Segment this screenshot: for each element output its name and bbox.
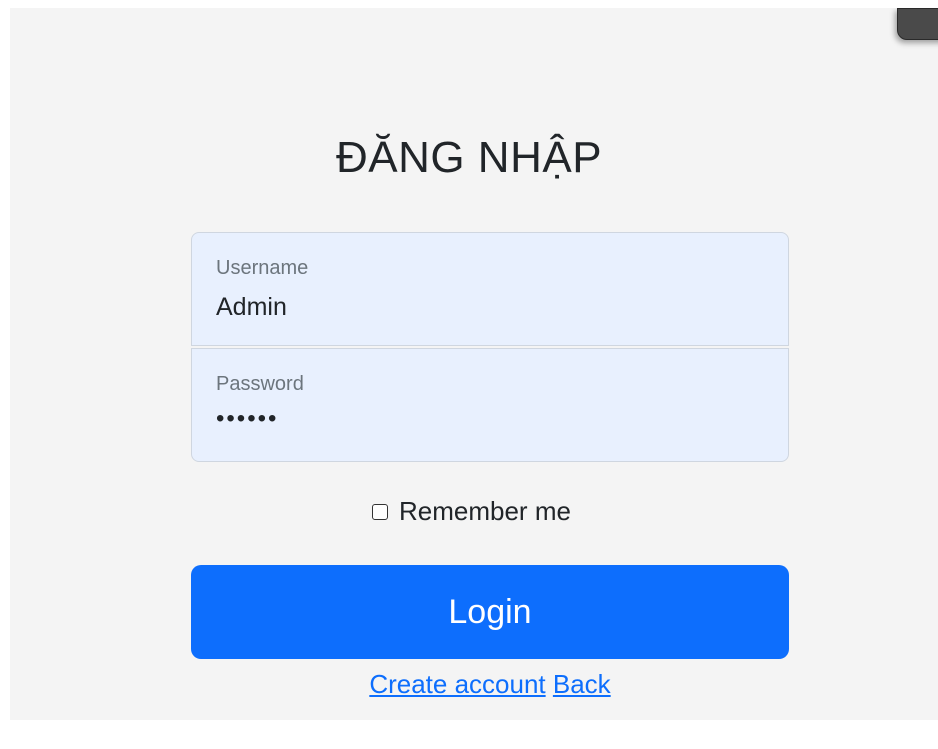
login-button[interactable]: Login — [191, 565, 789, 659]
remember-me-row[interactable]: Remember me — [372, 496, 571, 527]
password-label: Password — [216, 373, 304, 395]
remember-me-label[interactable]: Remember me — [399, 496, 571, 527]
password-field[interactable]: Password •••••• — [191, 348, 789, 462]
corner-overlay-widget[interactable] — [897, 8, 938, 40]
footer-links: Create account Back — [0, 669, 938, 700]
page-title: ĐĂNG NHẬP — [335, 133, 603, 182]
password-input[interactable]: •••••• — [216, 405, 756, 433]
username-label: Username — [216, 257, 309, 279]
username-field[interactable]: Username Admin — [191, 232, 789, 346]
remember-me-checkbox[interactable] — [372, 503, 388, 520]
back-link[interactable]: Back — [553, 669, 611, 699]
create-account-link[interactable]: Create account — [369, 669, 545, 699]
username-input[interactable]: Admin — [216, 293, 756, 322]
